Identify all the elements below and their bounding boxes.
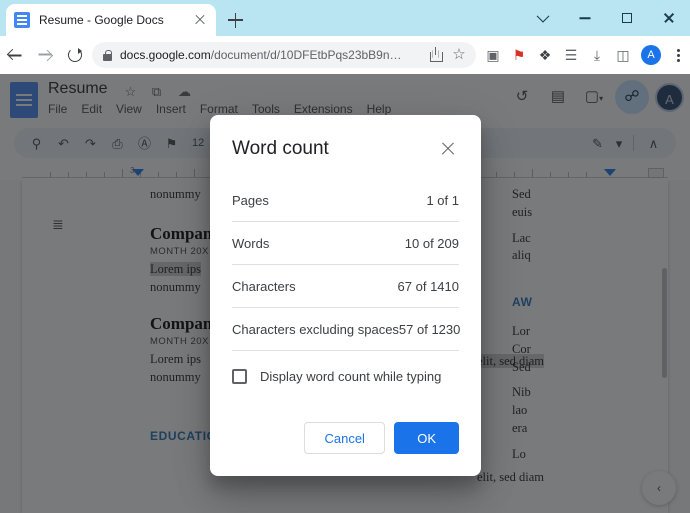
stat-label: Pages xyxy=(232,192,269,208)
maximize-button[interactable] xyxy=(606,0,648,36)
new-tab-button[interactable] xyxy=(222,8,248,32)
stat-label: Characters excluding spaces xyxy=(232,321,399,337)
ok-button[interactable]: OK xyxy=(394,422,459,454)
dialog-title: Word count xyxy=(232,138,329,159)
close-icon[interactable] xyxy=(437,138,459,160)
word-count-dialog: Word count Pages 1 of 1 Words 10 of 209 … xyxy=(210,115,481,476)
stat-value: 10 of 209 xyxy=(404,235,459,251)
extensions-puzzle-icon[interactable]: ❖ xyxy=(532,40,558,70)
url-path: /document/d/10DFEtbPqs23bB9n… xyxy=(210,48,402,62)
stat-label: Words xyxy=(232,235,270,251)
google-docs-icon xyxy=(14,12,30,28)
minimize-icon xyxy=(579,17,591,19)
side-panel-icon[interactable]: ◫ xyxy=(610,40,636,70)
reload-button[interactable] xyxy=(60,40,90,70)
dialog-header: Word count xyxy=(232,115,459,179)
lock-icon xyxy=(103,49,112,61)
address-bar[interactable]: docs.google.com/document/d/10DFEtbPqs23b… xyxy=(92,42,476,68)
stat-label: Characters xyxy=(232,278,296,294)
window-controls xyxy=(522,0,690,36)
tab-strip: Resume - Google Docs xyxy=(0,0,690,36)
dialog-actions: Cancel OK xyxy=(232,402,459,454)
back-button[interactable] xyxy=(0,40,30,70)
arrow-right-icon xyxy=(39,49,52,62)
stat-row-words: Words 10 of 209 xyxy=(232,222,459,265)
url-text: docs.google.com/document/d/10DFEtbPqs23b… xyxy=(120,48,426,62)
close-window-button[interactable] xyxy=(648,0,690,36)
screenshot-icon[interactable]: ▣ xyxy=(480,40,506,70)
display-word-count-checkbox-row[interactable]: Display word count while typing xyxy=(232,351,459,402)
cancel-button[interactable]: Cancel xyxy=(304,422,386,454)
close-icon xyxy=(663,12,675,24)
stat-row-characters-excluding-spaces: Characters excluding spaces 57 of 1230 xyxy=(232,308,461,351)
bookmark-star-icon[interactable]: ☆ xyxy=(448,44,470,66)
browser-menu-button[interactable] xyxy=(666,40,690,70)
browser-toolbar: docs.google.com/document/d/10DFEtbPqs23b… xyxy=(0,36,690,74)
reload-icon xyxy=(68,48,82,62)
url-domain: docs.google.com xyxy=(120,48,211,62)
share-icon[interactable] xyxy=(426,44,448,66)
display-word-count-checkbox[interactable] xyxy=(232,369,247,384)
stat-value: 1 of 1 xyxy=(426,192,459,208)
reading-list-icon[interactable]: ☰ xyxy=(558,40,584,70)
close-icon[interactable] xyxy=(192,12,208,28)
stat-row-characters: Characters 67 of 1410 xyxy=(232,265,459,308)
tab-title: Resume - Google Docs xyxy=(39,13,164,27)
browser-tab[interactable]: Resume - Google Docs xyxy=(6,4,216,36)
stat-value: 67 of 1410 xyxy=(397,278,459,294)
profile-avatar[interactable]: A xyxy=(641,45,661,65)
stat-value: 57 of 1230 xyxy=(398,321,461,337)
arrow-left-icon xyxy=(8,49,22,62)
maximize-icon xyxy=(622,13,632,23)
minimize-button[interactable] xyxy=(564,0,606,36)
tab-search-button[interactable] xyxy=(522,0,564,36)
downloads-icon[interactable]: ⤓ xyxy=(584,40,610,70)
chevron-down-icon xyxy=(536,9,550,23)
forward-button[interactable] xyxy=(30,40,60,70)
checkbox-label: Display word count while typing xyxy=(260,369,442,384)
browser-window: Resume - Google Docs docs.google.com/doc… xyxy=(0,0,690,513)
extension-red-icon[interactable]: ⚑ xyxy=(506,40,532,70)
stat-row-pages: Pages 1 of 1 xyxy=(232,179,459,222)
